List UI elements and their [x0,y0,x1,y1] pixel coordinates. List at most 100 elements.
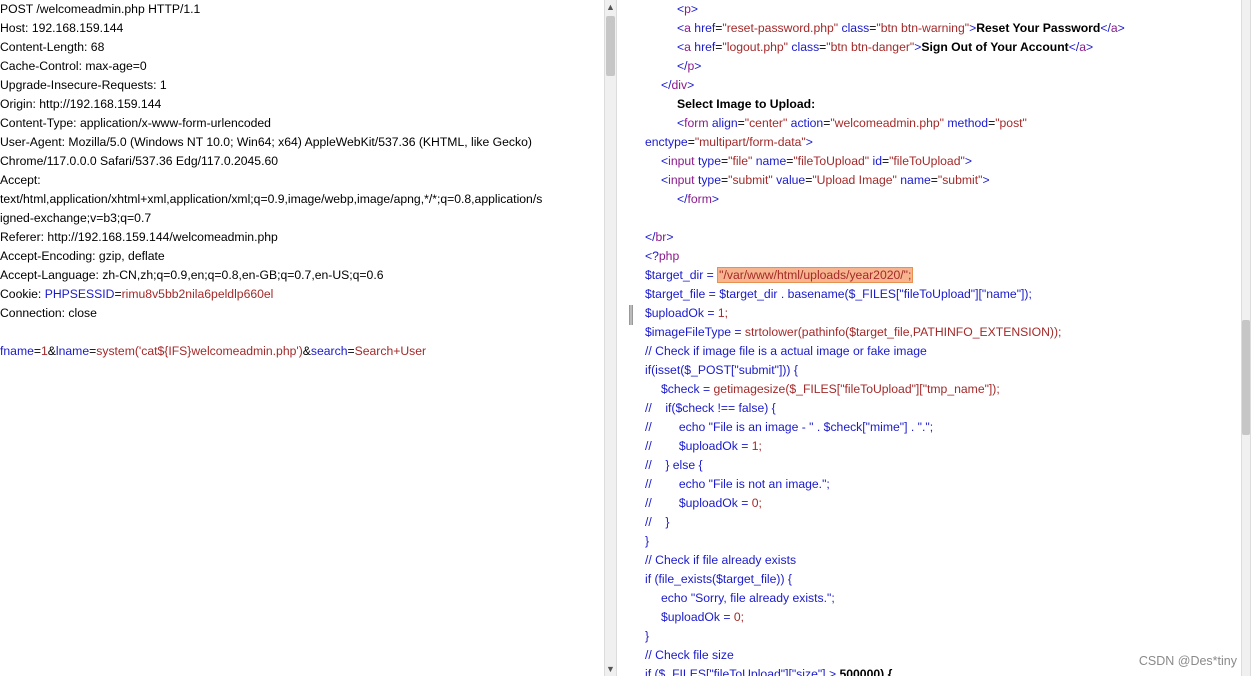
code-token: div [671,78,688,92]
code-token: PHPSESSID [44,287,115,301]
code-token: name [896,173,931,187]
code-line: // } [645,513,669,532]
code-line: User-Agent: Mozilla/5.0 (Windows NT 10.0… [0,133,532,152]
code-token: "center" [744,116,788,130]
code-token: "btn btn-danger" [826,40,915,54]
code-line: echo "Sorry, file already exists."; [645,589,835,608]
code-token: class [788,40,820,54]
code-token: Referer: http://192.168.159.144/welcomea… [0,230,278,244]
code-token: p [684,2,691,16]
code-token: <? [645,249,659,263]
code-token: Accept-Language: zh-CN,zh;q=0.9,en;q=0.8… [0,268,384,282]
code-token: POST /welcomeadmin.php HTTP/1.1 [0,2,201,16]
code-line: Chrome/117.0.0.0 Safari/537.36 Edg/117.0… [0,152,278,171]
code-token: id [869,154,882,168]
code-token: type [694,173,721,187]
code-token: > [690,2,699,16]
code-token: Sign Out of Your Account [921,40,1069,54]
code-token: Search+User [354,344,427,358]
code-token: & [302,344,311,358]
pane-splitter[interactable] [618,0,633,676]
code-token: php [658,249,680,263]
code-line: // Check if file already exists [645,551,796,570]
code-token: </ [677,192,688,206]
code-token: type [694,154,721,168]
code-line: Origin: http://192.168.159.144 [0,95,161,114]
code-token: > [964,154,972,168]
code-token: br [655,230,667,244]
code-line: Cache-Control: max-age=0 [0,57,147,76]
code-line: $uploadOk = 1; [645,304,728,323]
code-token: Cache-Control: max-age=0 [0,59,147,73]
code-token: href [690,21,716,35]
code-token: </ [645,230,656,244]
code-token: $uploadOk = [661,610,734,624]
code-line: // } else { [645,456,703,475]
code-token: getimagesize($_FILES["fileToUpload"]["tm… [713,382,1000,396]
code-token: $check = [661,382,714,396]
code-token: // Check file size [645,648,734,662]
code-line: </div> [645,76,694,95]
code-line: if (file_exists($target_file)) { [645,570,792,589]
code-token: align [708,116,738,130]
code-token: a [1110,21,1118,35]
code-token: if (file_exists($target_file)) { [645,572,792,586]
code-token: a [684,21,691,35]
code-token: } [645,629,650,643]
code-token: & [47,344,56,358]
response-scroll-thumb[interactable] [1242,320,1250,435]
response-scrollbar[interactable] [1241,0,1251,676]
code-token: text/html,application/xhtml+xml,applicat… [0,192,543,206]
code-token: method [944,116,989,130]
code-token: Reset Your Password [976,21,1101,35]
code-line: <a href="logout.php" class="btn btn-dang… [645,38,1093,57]
code-token: Content-Type: application/x-www-form-url… [0,116,271,130]
code-token: = [737,116,745,130]
code-token: $uploadOk = [645,306,718,320]
code-line: <?php [645,247,679,266]
code-token: Chrome/117.0.0.0 Safari/537.36 Edg/117.0… [0,154,279,168]
code-token: "btn btn-warning" [876,21,970,35]
code-token: input [668,173,695,187]
code-token: // echo "File is not an image."; [645,477,830,491]
code-line: // Check if image file is a actual image… [645,342,927,361]
code-token: Select Image to Upload: [677,97,816,111]
code-line: $uploadOk = 0; [645,608,744,627]
code-token: > [694,59,702,73]
code-token: system('cat${IFS}welcomeadmin.php') [96,344,303,358]
code-token: // if($check !== false) { [645,401,776,415]
request-scrollbar[interactable]: ▲ ▼ [604,0,617,676]
code-token: = [347,344,355,358]
code-line: Accept-Encoding: gzip, deflate [0,247,165,266]
code-token: 1; [751,439,762,453]
code-line: Referer: http://192.168.159.144/welcomea… [0,228,278,247]
code-token: // $uploadOk = [645,439,752,453]
code-token: > [1117,21,1125,35]
code-token: User-Agent: Mozilla/5.0 (Windows NT 10.0… [0,135,532,149]
code-token: > [805,135,813,149]
code-token: value [772,173,806,187]
response-editor[interactable]: <p> <a href="reset-password.php" class="b… [632,0,1241,676]
code-line: // $uploadOk = 1; [645,437,762,456]
code-token: = [687,135,695,149]
code-token: // } [645,515,670,529]
code-token: // } else { [645,458,703,472]
request-scroll-thumb[interactable] [606,16,615,76]
request-editor[interactable]: POST /welcomeadmin.php HTTP/1.1 Host: 192… [0,0,604,676]
code-line: text/html,application/xhtml+xml,applicat… [0,190,542,209]
code-token: // Check if image file is a actual image… [645,344,927,358]
code-line: } [645,532,649,551]
code-line: if(isset($_POST["submit"])) { [645,361,798,380]
scroll-up-arrow-icon[interactable]: ▲ [605,0,616,14]
code-token: "Upload Image" [812,173,897,187]
code-token: enctype [645,135,688,149]
code-line: $check = getimagesize($_FILES["fileToUpl… [645,380,1000,399]
code-line: // echo "File is an image - " . $check["… [645,418,933,437]
code-token: Cookie: [0,287,45,301]
code-token: // Check if file already exists [645,553,797,567]
watermark: CSDN @Des*tiny [1138,654,1237,668]
scroll-down-arrow-icon[interactable]: ▼ [605,662,616,676]
code-token: </ [661,78,672,92]
code-line: $target_file = $target_dir . basename($_… [645,285,1032,304]
code-token: = [114,287,122,301]
